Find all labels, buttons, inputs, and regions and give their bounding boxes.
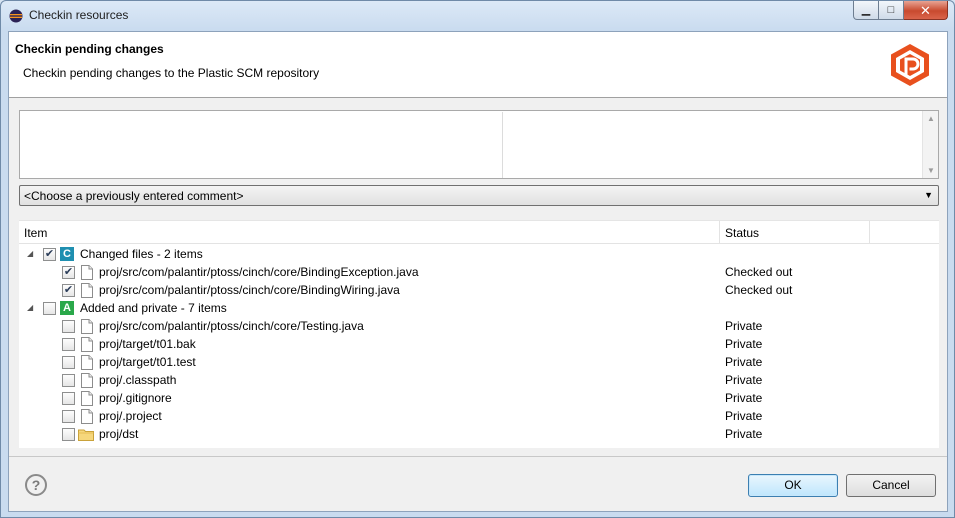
plastic-scm-logo [891,44,929,86]
comment-divider [502,112,503,178]
header-divider [19,243,939,244]
eclipse-icon [9,9,23,23]
item-path: proj/src/com/palantir/ptoss/cinch/core/T… [99,319,364,333]
change-type-icon: A [60,301,74,315]
maximize-button[interactable]: □ [879,1,904,20]
window-controls: ▁ □ ✕ [853,1,948,21]
group-label: Added and private - 7 items [80,301,227,315]
item-checkbox[interactable] [62,320,75,333]
item-status: Private [725,337,763,351]
tree-item-row[interactable]: proj/dst Private [19,425,939,443]
dialog-window: Checkin resources ▁ □ ✕ Checkin pending … [0,0,955,518]
file-icon [81,319,93,334]
dialog-header: Checkin pending changes Checkin pending … [9,32,947,98]
item-status: Private [725,319,763,333]
comment-scrollbar[interactable]: ▲ ▼ [922,111,938,178]
previous-comment-value: <Choose a previously entered comment> [24,189,244,203]
item-status: Checked out [725,265,793,279]
ok-button[interactable]: OK [748,474,838,497]
file-icon [81,265,93,280]
item-path: proj/.classpath [99,373,177,387]
tree-item-row[interactable]: ✔ proj/src/com/palantir/ptoss/cinch/core/… [19,281,939,299]
file-icon [81,409,93,424]
tree-group-row[interactable]: ◢ A Added and private - 7 items [19,299,939,317]
tree-group-row[interactable]: ◢ ✔ C Changed files - 2 items [19,245,939,263]
file-icon [81,391,93,406]
previous-comment-dropdown[interactable]: <Choose a previously entered comment> ▼ [19,185,939,206]
title-bar: Checkin resources ▁ □ ✕ [1,1,954,31]
change-type-icon: C [60,247,74,261]
item-checkbox[interactable] [62,356,75,369]
group-checkbox[interactable] [43,302,56,315]
minimize-icon: ▁ [861,3,871,16]
item-checkbox[interactable] [62,338,75,351]
item-checkbox[interactable] [62,374,75,387]
item-path: proj/src/com/palantir/ptoss/cinch/core/B… [99,283,400,297]
scroll-up-icon[interactable]: ▲ [927,114,935,123]
cancel-button[interactable]: Cancel [846,474,936,497]
header-title: Checkin pending changes [15,42,164,56]
header-description: Checkin pending changes to the Plastic S… [23,66,320,80]
item-status: Private [725,427,763,441]
item-status: Private [725,355,763,369]
tree-item-row[interactable]: proj/src/com/palantir/ptoss/cinch/core/T… [19,317,939,335]
item-checkbox[interactable] [62,392,75,405]
item-path: proj/src/com/palantir/ptoss/cinch/core/B… [99,265,419,279]
file-icon [81,283,93,298]
item-path: proj/.gitignore [99,391,172,405]
item-status: Checked out [725,283,793,297]
help-icon[interactable]: ? [25,474,47,496]
pending-changes-tree: Item Status ◢ ✔ C Changed files - 2 items ✔ p… [19,220,939,448]
tree-item-row[interactable]: proj/.classpath Private [19,371,939,389]
group-label: Changed files - 2 items [80,247,203,261]
item-status: Private [725,391,763,405]
file-icon [81,355,93,370]
dialog-body: Checkin pending changes Checkin pending … [8,31,948,512]
close-button[interactable]: ✕ [904,1,948,20]
item-path: proj/target/t01.bak [99,337,196,351]
minimize-button[interactable]: ▁ [853,1,879,20]
item-checkbox[interactable]: ✔ [62,266,75,279]
item-path: proj/.project [99,409,162,423]
item-path: proj/dst [99,427,139,441]
group-checkbox[interactable]: ✔ [43,248,56,261]
scroll-down-icon[interactable]: ▼ [927,166,935,175]
item-path: proj/target/t01.test [99,355,196,369]
file-icon [81,373,93,388]
item-status: Private [725,409,763,423]
tree-item-row[interactable]: proj/target/t01.bak Private [19,335,939,353]
column-header-item[interactable]: Item [19,221,720,243]
maximize-icon: □ [887,3,895,16]
tree-header: Item Status [19,221,939,243]
tree-item-row[interactable]: proj/.project Private [19,407,939,425]
folder-icon [78,428,94,443]
item-checkbox[interactable]: ✔ [62,284,75,297]
chevron-down-icon: ▼ [924,190,933,200]
footer-divider [9,456,947,457]
tree-item-row[interactable]: proj/target/t01.test Private [19,353,939,371]
close-icon: ✕ [920,2,931,18]
item-status: Private [725,373,763,387]
file-icon [81,337,93,352]
expand-arrow-icon[interactable]: ◢ [27,303,33,312]
tree-item-row[interactable]: proj/.gitignore Private [19,389,939,407]
window-title: Checkin resources [29,8,129,22]
column-header-status[interactable]: Status [720,221,870,243]
comment-textarea[interactable]: ▲ ▼ [19,110,939,179]
tree-item-row[interactable]: ✔ proj/src/com/palantir/ptoss/cinch/core/… [19,263,939,281]
expand-arrow-icon[interactable]: ◢ [27,249,33,258]
item-checkbox[interactable] [62,428,75,441]
item-checkbox[interactable] [62,410,75,423]
